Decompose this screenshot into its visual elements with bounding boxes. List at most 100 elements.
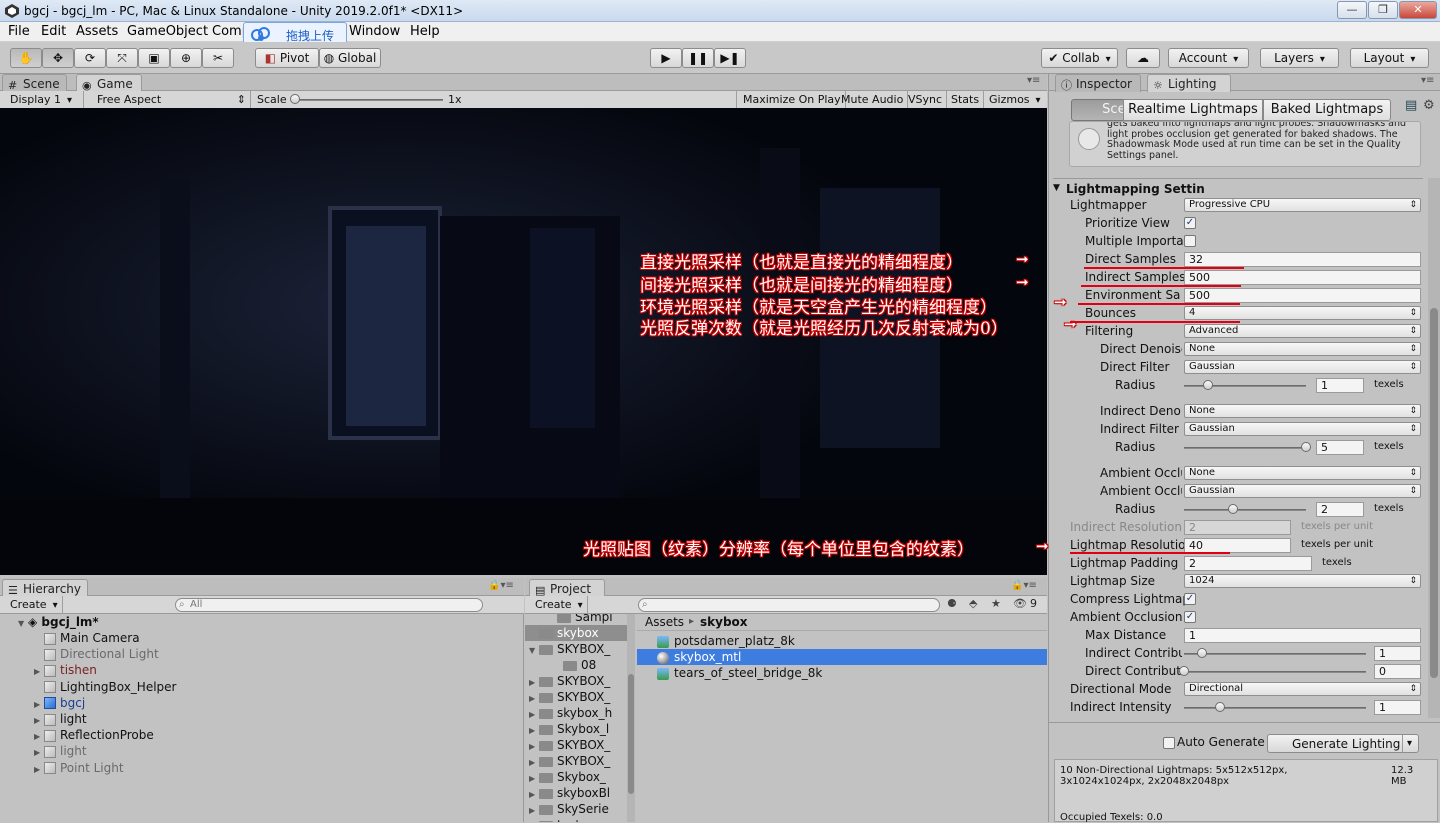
play-button[interactable]: ▶ bbox=[650, 48, 682, 68]
hierarchy-item[interactable]: ▶ ReflectionProbe bbox=[34, 727, 154, 743]
account-dropdown[interactable]: Account bbox=[1168, 48, 1249, 68]
lightmap-size-dropdown[interactable]: 1024 bbox=[1184, 574, 1421, 588]
asset-item[interactable]: potsdamer_platz_8k bbox=[637, 633, 1047, 649]
indirect-filter-dropdown[interactable]: Gaussian bbox=[1184, 422, 1421, 436]
lightmap-padding-field[interactable]: 2 bbox=[1184, 556, 1312, 571]
environment-samples-field[interactable]: 500 bbox=[1184, 288, 1421, 303]
project-folder[interactable]: 08 bbox=[525, 657, 627, 673]
lighting-tab-realtime[interactable]: Realtime Lightmaps bbox=[1123, 99, 1263, 121]
scale-slider[interactable] bbox=[290, 94, 443, 104]
indirect-radius-slider[interactable] bbox=[1184, 442, 1311, 452]
breadcrumb-skybox[interactable]: skybox bbox=[700, 614, 748, 630]
tree-scrollbar[interactable] bbox=[627, 614, 635, 822]
direct-filter-dropdown[interactable]: Gaussian bbox=[1184, 360, 1421, 374]
hidden-packages-icon[interactable]: 👁 bbox=[1013, 597, 1027, 610]
lighting-scrollbar-thumb[interactable] bbox=[1430, 308, 1438, 678]
hierarchy-search-input[interactable]: ⌕ All bbox=[175, 598, 483, 612]
direct-radius-slider[interactable] bbox=[1184, 380, 1306, 390]
indirect-samples-field[interactable]: 500 bbox=[1184, 270, 1421, 285]
favorite-star-icon[interactable]: ★ bbox=[991, 597, 1001, 610]
maximize-on-play-toggle[interactable]: Maximize On Play bbox=[739, 91, 846, 108]
rect-tool-button[interactable]: ▣ bbox=[138, 48, 170, 68]
aspect-dropdown[interactable]: Free Aspect ⇕ bbox=[93, 91, 251, 108]
section-fold-arrow-icon[interactable]: ▼ bbox=[1053, 183, 1060, 193]
auto-generate-checkbox[interactable] bbox=[1163, 737, 1175, 749]
prioritize-view-checkbox[interactable]: ✓ bbox=[1184, 217, 1196, 229]
direct-contribution-field[interactable]: 0 bbox=[1374, 664, 1421, 679]
project-folder[interactable]: ▶ Skybox_ bbox=[525, 769, 627, 785]
indirect-contribution-field[interactable]: 1 bbox=[1374, 646, 1421, 661]
project-search-input[interactable]: ⌕ bbox=[638, 598, 940, 612]
direct-samples-field[interactable]: 32 bbox=[1184, 252, 1421, 267]
ao-radius-slider[interactable] bbox=[1184, 504, 1306, 514]
hierarchy-item[interactable]: ▶ light bbox=[34, 711, 87, 727]
project-folder[interactable]: ▶ Skybox_l bbox=[525, 721, 627, 737]
tab-inspector[interactable]: ⓘ Inspector bbox=[1055, 74, 1141, 92]
ambient-occlusion-checkbox[interactable]: ✓ bbox=[1184, 611, 1196, 623]
indirect-intensity-slider[interactable] bbox=[1184, 702, 1366, 712]
indirect-intensity-field[interactable]: 1 bbox=[1374, 700, 1421, 715]
ao-radius-field[interactable]: 2 bbox=[1316, 502, 1364, 517]
project-folder[interactable]: ▶ SKYBOX_ bbox=[525, 673, 627, 689]
direct-denoiser-dropdown[interactable]: None bbox=[1184, 342, 1421, 356]
scale-tool-button[interactable]: ⤧ bbox=[106, 48, 138, 68]
project-folder[interactable]: ▼ SKYBOX_ bbox=[525, 641, 627, 657]
hand-tool-button[interactable]: ✋ bbox=[10, 48, 42, 68]
collab-dropdown[interactable]: ✔ Collab bbox=[1041, 48, 1118, 68]
scene-root[interactable]: ▼ ◈ bgcj_lm* bbox=[18, 614, 99, 630]
lighting-menu-icon[interactable]: ▾≡ bbox=[1421, 75, 1434, 86]
panel-menu-icon[interactable]: ▾≡ bbox=[1027, 75, 1040, 86]
ao-denoiser-dropdown[interactable]: None bbox=[1184, 466, 1421, 480]
layers-dropdown[interactable]: Layers bbox=[1260, 48, 1339, 68]
scale-slider-knob[interactable] bbox=[290, 94, 300, 104]
pivot-toggle[interactable]: ◧ Pivot bbox=[255, 48, 319, 68]
multiple-importance-checkbox[interactable] bbox=[1184, 235, 1196, 247]
directional-mode-dropdown[interactable]: Directional bbox=[1184, 682, 1421, 696]
rotate-tool-button[interactable]: ⟳ bbox=[74, 48, 106, 68]
project-folder[interactable]: ▶ SKYBOX_ bbox=[525, 737, 627, 753]
stats-toggle[interactable]: Stats bbox=[947, 91, 985, 108]
pause-button[interactable]: ❚❚ bbox=[682, 48, 714, 68]
project-folder[interactable]: ▶ skybox_h bbox=[525, 705, 627, 721]
settings-gear-icon[interactable]: ⚙ bbox=[1423, 98, 1435, 113]
hierarchy-item[interactable]: ▶ tishen bbox=[34, 662, 97, 678]
filter-type-icon[interactable]: ⚈ bbox=[947, 597, 957, 610]
menu-window[interactable]: Window bbox=[349, 24, 400, 39]
direct-radius-field[interactable]: 1 bbox=[1316, 378, 1364, 393]
lock-icon[interactable]: 🔒▾≡ bbox=[488, 580, 514, 591]
asset-item[interactable]: tears_of_steel_bridge_8k bbox=[637, 665, 1047, 681]
move-tool-button[interactable]: ✥ bbox=[42, 48, 74, 68]
tab-project[interactable]: ▤ Project bbox=[529, 579, 605, 597]
generate-dropdown-icon[interactable]: ▾ bbox=[1401, 735, 1412, 753]
menu-assets[interactable]: Assets bbox=[76, 24, 118, 39]
indirect-denoiser-dropdown[interactable]: None bbox=[1184, 404, 1421, 418]
expand-arrow-icon[interactable]: ▶ bbox=[34, 762, 44, 778]
hierarchy-item[interactable]: Main Camera bbox=[34, 630, 140, 646]
lightmap-resolution-field[interactable]: 40 bbox=[1184, 538, 1291, 553]
tab-hierarchy[interactable]: ☰ Hierarchy bbox=[2, 579, 88, 597]
menu-gameobject[interactable]: GameObject bbox=[127, 24, 208, 39]
direct-contribution-slider[interactable] bbox=[1179, 666, 1366, 676]
section-title[interactable]: Lightmapping Settin bbox=[1066, 182, 1205, 196]
indirect-radius-field[interactable]: 5 bbox=[1316, 440, 1364, 455]
indirect-radius-knob[interactable] bbox=[1301, 442, 1311, 452]
breadcrumb-assets[interactable]: Assets bbox=[645, 614, 684, 630]
lightmapper-dropdown[interactable]: Progressive CPU bbox=[1184, 198, 1421, 212]
mute-audio-toggle[interactable]: Mute Audio bbox=[837, 91, 909, 108]
tab-game[interactable]: ◉ Game bbox=[76, 74, 142, 92]
project-folder[interactable]: ▶ SKYBOX_ bbox=[525, 753, 627, 769]
transform-tool-button[interactable]: ⊕ bbox=[170, 48, 202, 68]
filtering-dropdown[interactable]: Advanced bbox=[1184, 324, 1421, 338]
hierarchy-item[interactable]: Directional Light bbox=[34, 646, 159, 662]
filter-label-icon[interactable]: ⬘ bbox=[969, 597, 977, 610]
bounces-dropdown[interactable]: 4 bbox=[1184, 306, 1421, 320]
vsync-toggle[interactable]: VSync bbox=[904, 91, 948, 108]
project-folder[interactable]: ▶ skyboxBl bbox=[525, 785, 627, 801]
direct-contribution-knob[interactable] bbox=[1179, 666, 1189, 676]
tab-scene[interactable]: # Scene bbox=[2, 74, 67, 92]
asset-item[interactable]: skybox_mtl bbox=[637, 649, 1047, 665]
gizmos-dropdown[interactable]: Gizmos bbox=[985, 91, 1045, 108]
game-view[interactable] bbox=[0, 108, 1047, 575]
layout-dropdown[interactable]: Layout bbox=[1350, 48, 1429, 68]
hierarchy-item[interactable]: ▶ bgcj bbox=[34, 695, 85, 711]
